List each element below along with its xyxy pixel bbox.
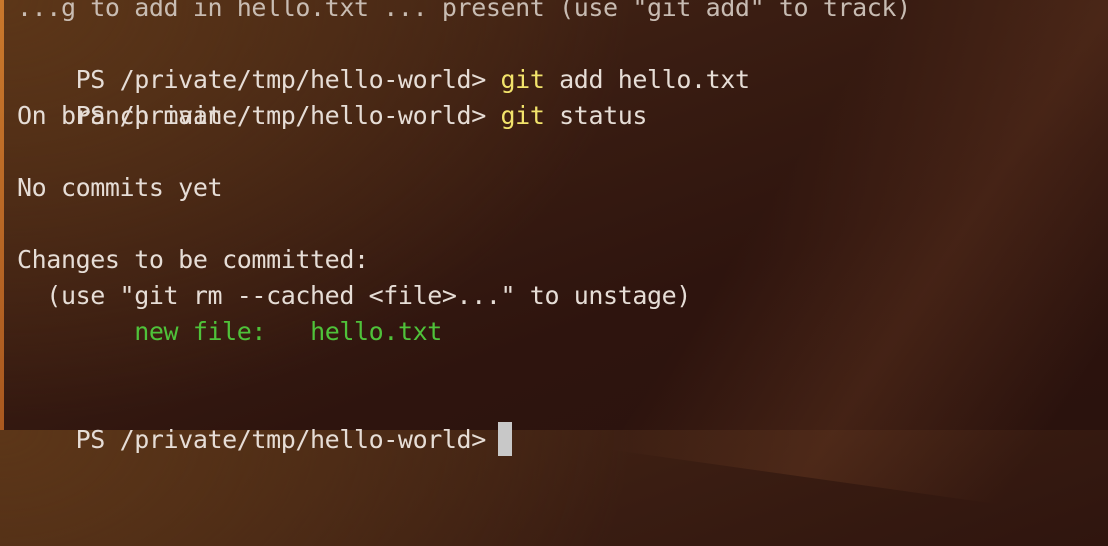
clipped-previous-line: ...g to add in hello.txt ... present (us… (17, 0, 911, 22)
command-args: add hello.txt (559, 65, 750, 94)
terminal-output[interactable]: ...g to add in hello.txt ... present (us… (17, 0, 1108, 456)
command-args: status (559, 101, 648, 130)
staged-file-line: new file: hello.txt (17, 314, 1108, 350)
unstage-hint: (use "git rm --cached <file>..." to unst… (17, 281, 691, 310)
command-line-add: PS /private/tmp/hello-world> git add hel… (17, 26, 1108, 94)
text-cursor (497, 422, 512, 456)
prompt: PS /private/tmp/hello-world> (75, 65, 487, 94)
prompt: PS /private/tmp/hello-world> (75, 425, 487, 454)
staged-file: hello.txt (310, 317, 442, 346)
changes-header: Changes to be committed: (17, 245, 369, 274)
window-left-edge (0, 0, 4, 430)
command-name: git (500, 65, 545, 94)
no-commits-line: No commits yet (17, 173, 223, 202)
staged-label: new file: (134, 317, 267, 346)
command-name: git (500, 101, 545, 130)
active-prompt-line[interactable]: PS /private/tmp/hello-world> (17, 386, 1108, 456)
